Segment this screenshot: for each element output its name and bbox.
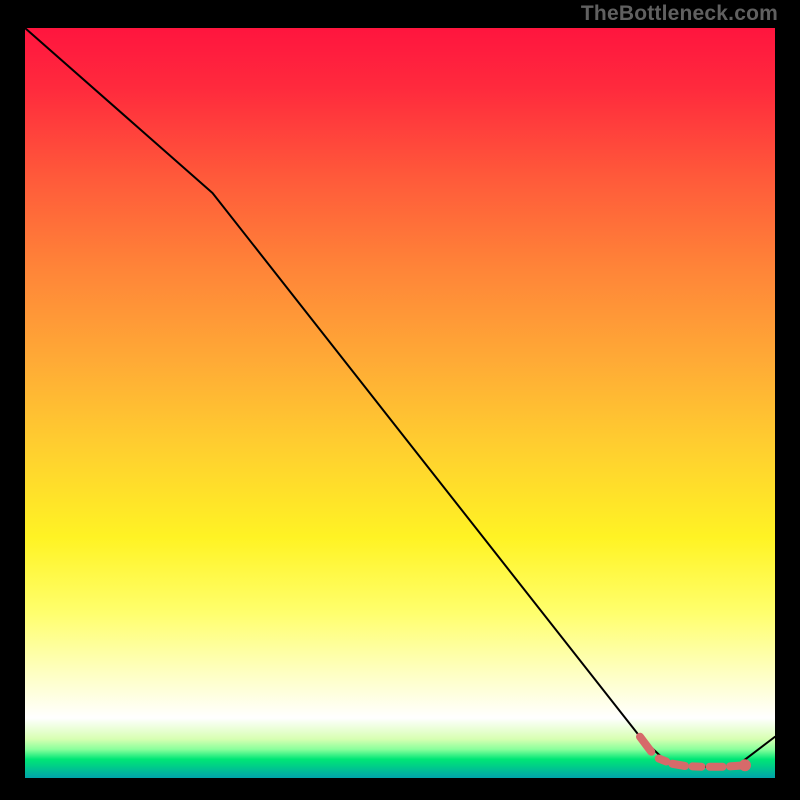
optimal-zone-dash: [672, 764, 685, 766]
bottleneck-curve: [25, 28, 775, 767]
optimal-zone-dash: [659, 759, 667, 762]
optimal-zone-dash: [640, 737, 651, 752]
plot-overlay: [25, 28, 775, 778]
attribution-label: TheBottleneck.com: [581, 2, 778, 26]
chart-frame: TheBottleneck.com: [0, 0, 800, 800]
optimal-zone-endpoint: [739, 759, 751, 771]
optimal-zone-markers: [640, 737, 751, 772]
